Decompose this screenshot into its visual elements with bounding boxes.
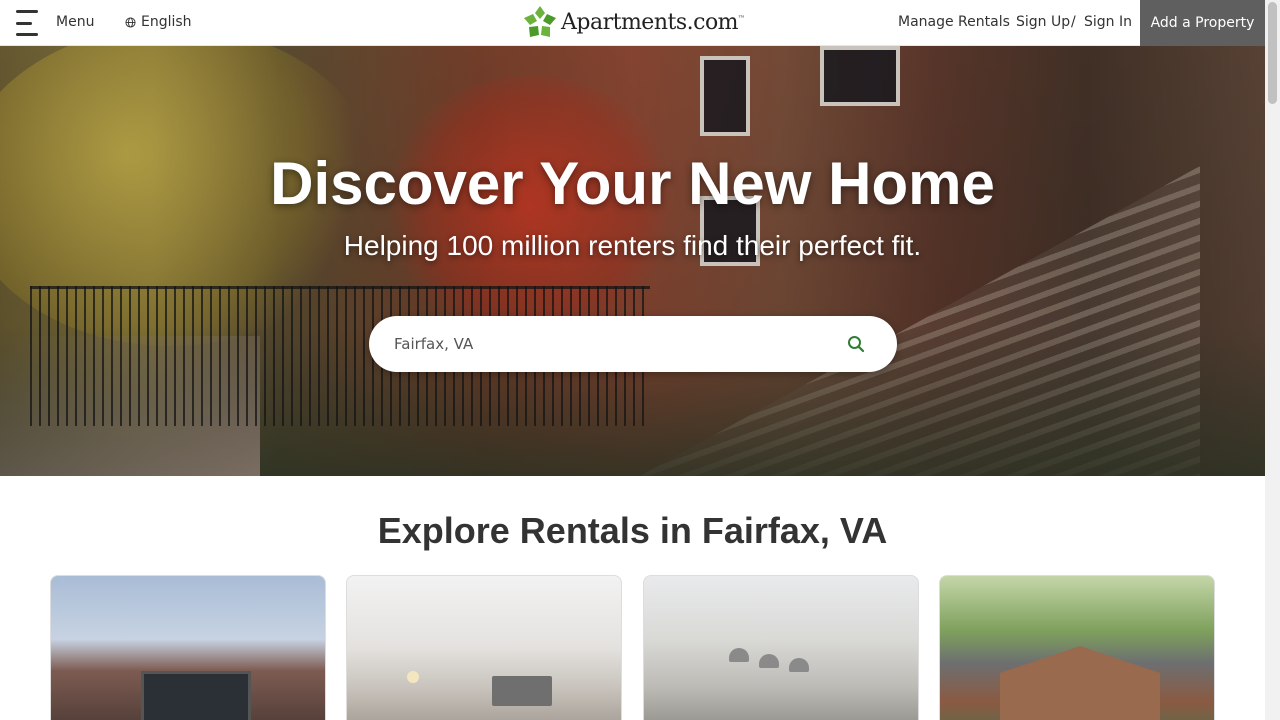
card-microwave: [492, 676, 552, 706]
add-property-button[interactable]: Add a Property: [1140, 0, 1265, 46]
card-pendant-light: [729, 648, 749, 662]
hero-subtitle: Helping 100 million renters find their p…: [343, 230, 922, 261]
explore-title: Explore Rentals in Fairfax, VA: [377, 510, 888, 551]
search-icon: [848, 336, 865, 353]
card-townhouse: [1000, 646, 1160, 720]
manage-rentals-link[interactable]: Manage Rentals: [898, 14, 1010, 30]
language-selector[interactable]: English: [125, 14, 192, 30]
auth-separator: /: [1071, 14, 1076, 30]
site-header: Menu English Apartments.com™ Manage Rent…: [0, 0, 1265, 46]
hero-banner: Discover Your New Home Helping 100 milli…: [0, 46, 1265, 476]
card-building-facade: [141, 671, 251, 720]
hamburger-icon[interactable]: [16, 10, 40, 36]
hero-window: [700, 56, 750, 136]
logo-trademark: ™: [738, 14, 745, 23]
menu-button[interactable]: Menu: [56, 14, 94, 30]
site-logo[interactable]: Apartments.com™: [523, 5, 745, 39]
scrollbar-thumb[interactable]: [1268, 2, 1277, 104]
search-bar: [369, 316, 897, 372]
logo-wordmark: Apartments.com™: [561, 10, 745, 35]
globe-icon: [125, 16, 136, 28]
card-pendant-light: [759, 654, 779, 668]
sign-in-link[interactable]: Sign In: [1084, 14, 1132, 30]
rental-card-1[interactable]: [50, 575, 326, 720]
language-label: English: [141, 14, 192, 30]
hero-title: Discover Your New Home: [270, 150, 995, 217]
logo-text: Apartments.com: [561, 9, 739, 35]
rental-card-4[interactable]: [939, 575, 1215, 720]
sign-up-link[interactable]: Sign Up: [1016, 14, 1070, 30]
rental-card-3[interactable]: [643, 575, 919, 720]
rental-cards: [50, 575, 1215, 720]
card-pendant-light: [789, 658, 809, 672]
search-input[interactable]: [369, 316, 843, 372]
apartments-logo-icon: [524, 6, 556, 37]
search-button[interactable]: [843, 331, 869, 357]
rental-card-2[interactable]: [346, 575, 622, 720]
hero-window: [820, 46, 900, 106]
card-pendant-light: [407, 671, 419, 683]
page-scrollbar[interactable]: [1265, 0, 1280, 720]
